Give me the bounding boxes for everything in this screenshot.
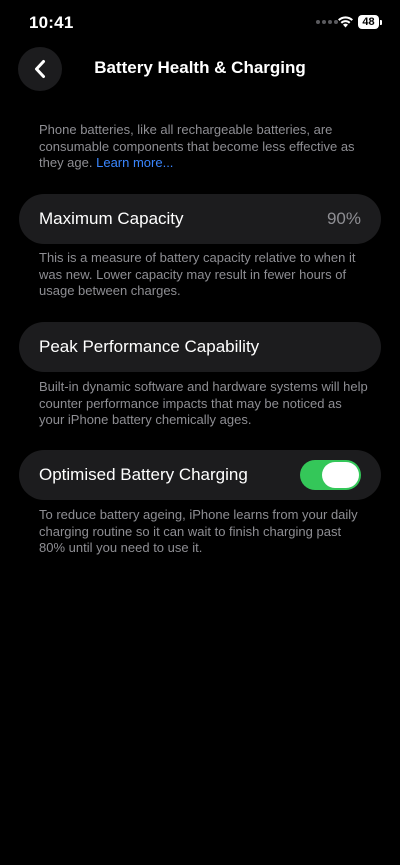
optimised-charging-description: To reduce battery ageing, iPhone learns …: [39, 507, 358, 555]
optimised-charging-row: Optimised Battery Charging: [19, 450, 381, 500]
optimised-charging-toggle[interactable]: [300, 460, 361, 490]
status-time: 10:41: [29, 13, 74, 32]
peak-performance-label: Peak Performance Capability: [39, 337, 260, 356]
signal-dots-icon: [316, 20, 338, 24]
toggle-knob: [322, 462, 359, 488]
maximum-capacity-description: This is a measure of battery capacity re…: [39, 250, 356, 298]
maximum-capacity-row: Maximum Capacity 90%: [19, 194, 381, 244]
maximum-capacity-value: 90%: [326, 209, 361, 228]
wifi-icon: [338, 16, 353, 28]
status-bar: 10:41 48: [0, 0, 400, 46]
optimised-charging-label: Optimised Battery Charging: [39, 465, 248, 484]
peak-performance-row[interactable]: Peak Performance Capability: [19, 322, 381, 372]
maximum-capacity-label: Maximum Capacity: [39, 209, 184, 228]
battery-level: 48: [362, 16, 375, 28]
battery-icon: 48: [358, 15, 382, 29]
peak-performance-description: Built-in dynamic software and hardware s…: [39, 379, 368, 427]
page-title: Battery Health & Charging: [94, 58, 306, 77]
learn-more-link[interactable]: Learn more...: [96, 155, 173, 170]
intro-text: Phone batteries, like all rechargeable b…: [39, 122, 355, 170]
intro-description: Phone batteries, like all rechargeable b…: [39, 122, 369, 172]
